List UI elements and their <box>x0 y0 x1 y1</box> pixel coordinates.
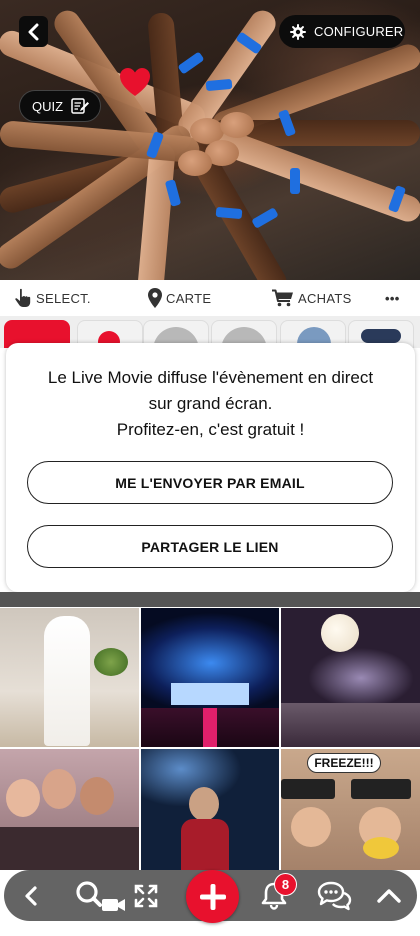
more-options-button[interactable]: ••• <box>385 280 400 316</box>
quiz-label: QUIZ <box>32 98 64 114</box>
chat-bubbles-icon <box>317 881 352 910</box>
freeze-sign: FREEZE!!! <box>307 753 381 773</box>
like-heart-icon[interactable] <box>118 66 152 100</box>
purchases-label: ACHATS <box>298 290 352 306</box>
expand-icon <box>134 884 158 907</box>
map-label: CARTE <box>166 290 212 306</box>
previous-button[interactable] <box>14 870 48 921</box>
share-link-button[interactable]: PARTAGER LE LIEN <box>27 525 393 568</box>
gear-icon <box>290 23 306 40</box>
pointing-hand-icon <box>15 288 31 307</box>
send-by-email-button[interactable]: ME L'ENVOYER PAR EMAIL <box>27 461 393 504</box>
dialog-line-2: sur grand écran. <box>148 394 273 413</box>
notification-count-badge: 8 <box>274 873 297 896</box>
search-video-button[interactable] <box>70 870 130 921</box>
confetti-friends-photo[interactable] <box>0 749 139 870</box>
select-label: SELECT. <box>36 290 91 306</box>
dialog-line-3: Profitez-en, c'est gratuit ! <box>116 420 305 439</box>
scroll-up-button[interactable] <box>372 870 406 921</box>
plus-icon <box>199 883 226 910</box>
purchases-menu-item[interactable]: ACHATS <box>272 280 352 316</box>
menu-bar: SELECT. CARTE ACHATS ••• <box>0 280 420 316</box>
map-menu-item[interactable]: CARTE <box>148 280 211 316</box>
configure-label: CONFIGURER <box>314 24 404 39</box>
bride-photo[interactable] <box>0 608 139 747</box>
dialog-message: Le Live Movie diffuse l'évènement en dir… <box>6 365 415 443</box>
configure-button[interactable]: CONFIGURER <box>279 15 405 48</box>
more-dots-icon: ••• <box>385 290 400 306</box>
search-video-icon <box>76 880 125 911</box>
stage-concert-photo[interactable] <box>141 608 279 747</box>
chevron-left-icon <box>28 23 38 40</box>
edit-note-icon <box>71 98 90 114</box>
back-button[interactable] <box>19 16 48 47</box>
photo-row-partial <box>0 592 420 607</box>
nightclub-dance-photo[interactable] <box>141 749 279 870</box>
balloon-party-photo[interactable] <box>281 608 420 747</box>
dialog-line-1: Le Live Movie diffuse l'évènement en dir… <box>47 368 374 387</box>
live-movie-dialog: Le Live Movie diffuse l'évènement en dir… <box>6 343 415 592</box>
freeze-photobooth-photo[interactable]: FREEZE!!! <box>281 749 420 870</box>
chat-button[interactable] <box>314 870 354 921</box>
map-pin-icon <box>148 288 162 308</box>
add-photo-button[interactable] <box>186 870 239 923</box>
quiz-button[interactable]: QUIZ <box>19 90 101 122</box>
select-menu-item[interactable]: SELECT. <box>14 280 91 316</box>
chevron-left-icon <box>25 885 37 906</box>
shopping-cart-icon <box>272 289 293 307</box>
fullscreen-button[interactable] <box>130 870 162 921</box>
chevron-up-icon <box>377 888 401 903</box>
